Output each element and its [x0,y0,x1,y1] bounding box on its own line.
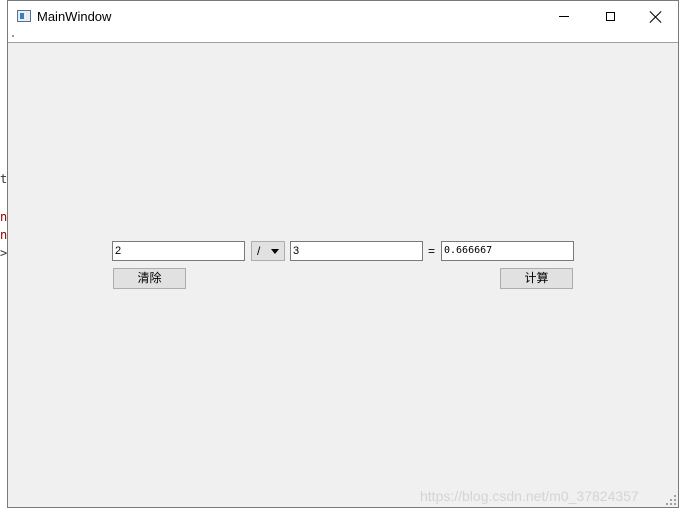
close-button[interactable] [633,1,679,32]
clear-button[interactable]: 清除 [113,268,186,289]
menu-grip-icon [12,35,14,37]
result-field[interactable]: 0.666667 [441,241,574,261]
resize-grip-icon[interactable] [666,495,676,505]
calculate-button[interactable]: 计算 [500,268,573,289]
close-icon [650,11,662,23]
chevron-down-icon [271,249,279,254]
title-bar[interactable]: MainWindow [8,1,678,32]
maximize-button[interactable] [587,1,633,32]
minimize-button[interactable] [541,1,587,32]
app-window-icon [17,10,31,22]
operand1-input[interactable]: 2 [112,241,245,261]
operator-value: / [257,244,261,258]
maximize-icon [605,12,615,21]
operator-select[interactable]: / [251,241,285,261]
menu-bar[interactable] [8,32,678,43]
operand2-input[interactable]: 3 [290,241,423,261]
watermark-text: https://blog.csdn.net/m0_37824357 [420,488,639,504]
equals-label: = [428,244,436,258]
window-title: MainWindow [37,9,112,24]
minimize-icon [559,16,569,17]
main-window: MainWindow 2 / 3 = 0.666667 清除 计算 [7,0,679,508]
